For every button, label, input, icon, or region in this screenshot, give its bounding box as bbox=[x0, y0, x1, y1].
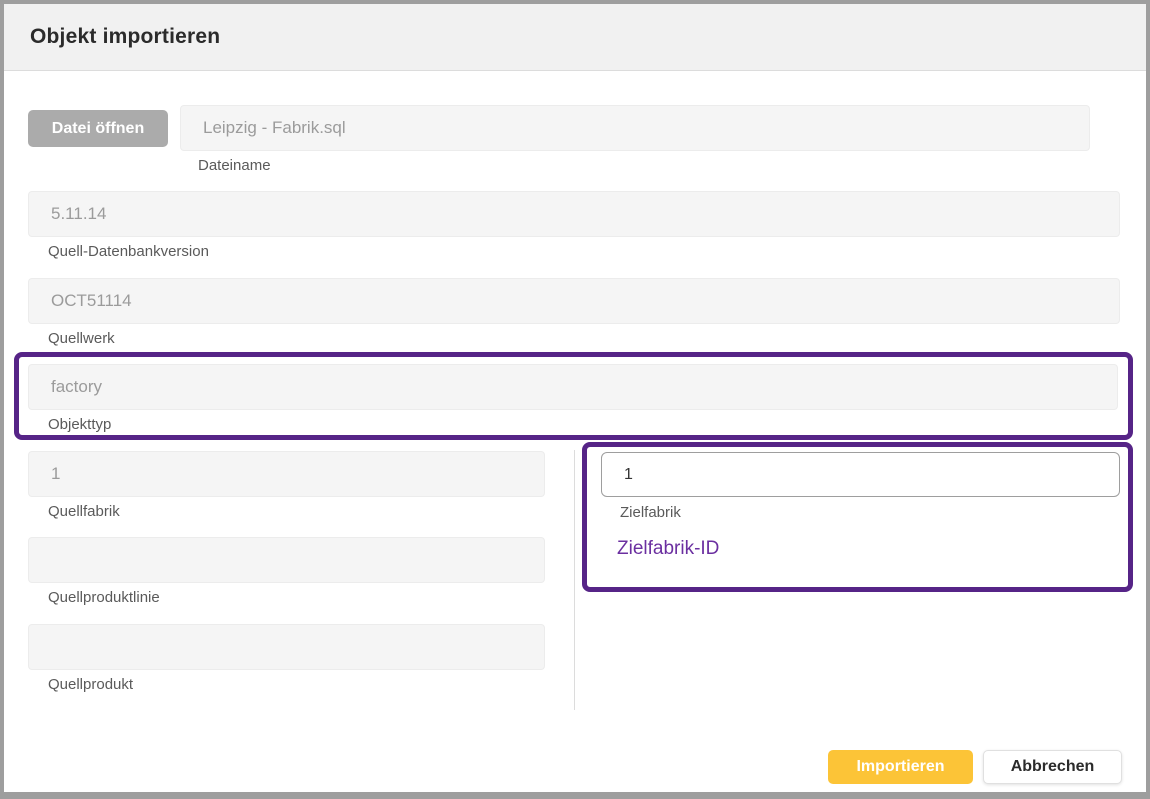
dialog-header: Objekt importieren bbox=[4, 4, 1146, 71]
source-plant-label: Quellwerk bbox=[48, 330, 115, 347]
object-type-label: Objekttyp bbox=[48, 416, 112, 433]
open-file-button[interactable]: Datei öffnen bbox=[28, 110, 168, 147]
source-db-version-input[interactable] bbox=[28, 191, 1120, 237]
source-plant-input[interactable] bbox=[28, 278, 1120, 324]
source-product-label: Quellprodukt bbox=[48, 676, 134, 693]
target-factory-id-note: Zielfabrik-ID bbox=[617, 538, 720, 559]
source-factory-input[interactable] bbox=[28, 451, 545, 497]
filename-label: Dateiname bbox=[198, 157, 271, 174]
source-product-line-label: Quellproduktlinie bbox=[48, 589, 160, 606]
column-divider bbox=[574, 450, 575, 710]
import-object-dialog: Objekt importieren Datei öffnen Dateinam… bbox=[0, 0, 1150, 799]
filename-input[interactable] bbox=[180, 105, 1090, 151]
object-type-input[interactable] bbox=[28, 364, 1118, 410]
cancel-button[interactable]: Abbrechen bbox=[983, 750, 1122, 784]
dialog-title: Objekt importieren bbox=[30, 25, 221, 48]
source-product-input[interactable] bbox=[28, 624, 545, 670]
target-factory-label: Zielfabrik bbox=[620, 504, 681, 521]
source-db-version-label: Quell-Datenbankversion bbox=[48, 243, 209, 260]
source-product-line-input[interactable] bbox=[28, 537, 545, 583]
source-factory-label: Quellfabrik bbox=[48, 503, 120, 520]
target-factory-input[interactable] bbox=[601, 452, 1120, 497]
import-button[interactable]: Importieren bbox=[828, 750, 973, 784]
